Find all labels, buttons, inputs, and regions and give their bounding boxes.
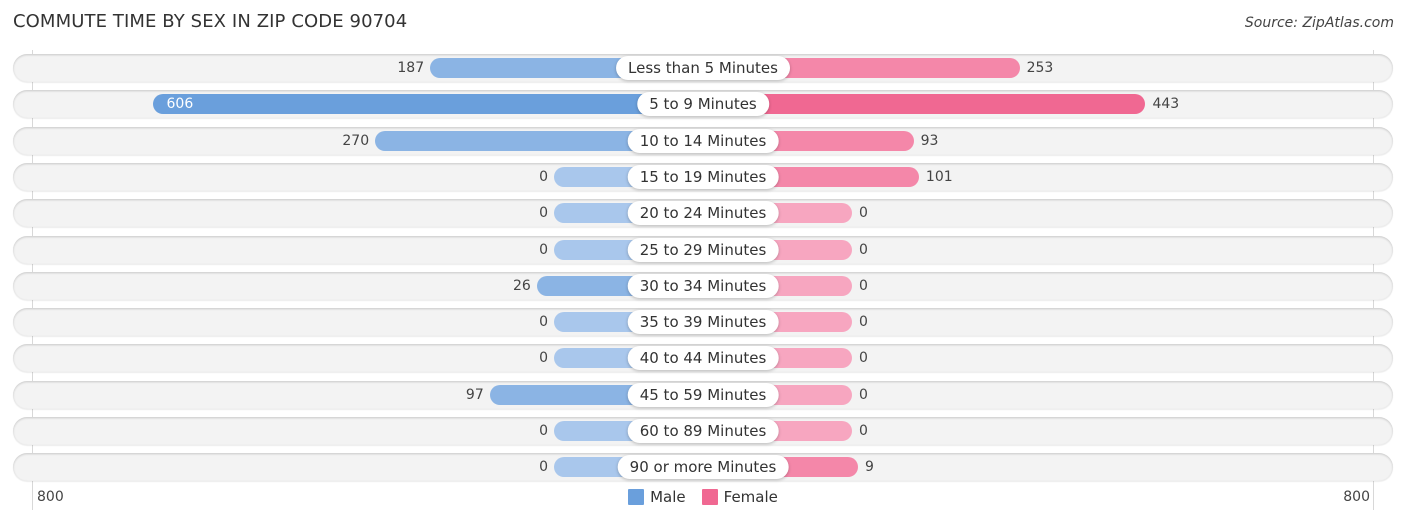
- category-label: 60 to 89 Minutes: [627, 419, 779, 443]
- source-credit: Source: ZipAtlas.com: [1244, 15, 1394, 31]
- value-label-male: 187: [397, 60, 425, 76]
- value-label-female: 93: [920, 132, 939, 149]
- value-label-female: 101: [925, 168, 953, 185]
- value-label-male: 270: [342, 132, 370, 149]
- legend-swatch-female: [701, 489, 718, 505]
- value-label-female: 253: [1026, 60, 1054, 76]
- value-label-male: 0: [539, 423, 548, 439]
- legend-swatch-male: [628, 489, 645, 505]
- chart-title: COMMUTE TIME BY SEX IN ZIP CODE 90704: [13, 11, 408, 32]
- value-label-male: 0: [539, 350, 548, 367]
- value-label-male: 0: [539, 459, 548, 476]
- value-label-female: 0: [859, 277, 868, 294]
- legend-item-female[interactable]: Female: [701, 488, 778, 506]
- value-label-male: 0: [539, 314, 548, 331]
- category-label: 45 to 59 Minutes: [627, 382, 779, 407]
- category-label: 30 to 34 Minutes: [627, 273, 779, 298]
- value-label-female: 0: [859, 423, 868, 439]
- category-label: 40 to 44 Minutes: [627, 346, 779, 371]
- value-label-female: 0: [859, 241, 868, 258]
- category-label: 10 to 14 Minutes: [627, 128, 779, 153]
- bar-male[interactable]: [152, 94, 703, 115]
- category-label: Less than 5 Minutes: [616, 56, 790, 80]
- bar-female[interactable]: [703, 94, 1146, 115]
- value-label-male: 606: [166, 96, 194, 113]
- value-label-female: 0: [859, 314, 868, 331]
- value-label-male: 0: [539, 241, 548, 258]
- category-label: 25 to 29 Minutes: [627, 237, 779, 262]
- value-label-female: 443: [1152, 96, 1180, 113]
- value-label-male: 0: [539, 168, 548, 185]
- category-label: 90 or more Minutes: [617, 455, 789, 480]
- value-label-female: 0: [859, 205, 868, 222]
- category-label: 5 to 9 Minutes: [637, 92, 769, 117]
- value-label-male: 97: [465, 386, 484, 403]
- legend-label-male: Male: [650, 488, 686, 506]
- value-label-female: 0: [859, 386, 868, 403]
- legend: Male Female: [0, 488, 1406, 506]
- category-label: 15 to 19 Minutes: [627, 164, 779, 189]
- value-label-female: 0: [859, 350, 868, 367]
- category-label: 20 to 24 Minutes: [627, 201, 779, 226]
- value-label-male: 26: [512, 277, 531, 294]
- value-label-female: 9: [864, 459, 874, 476]
- legend-item-male[interactable]: Male: [628, 488, 686, 506]
- legend-label-female: Female: [723, 488, 778, 506]
- value-label-male: 0: [539, 205, 548, 222]
- category-label: 35 to 39 Minutes: [627, 310, 779, 335]
